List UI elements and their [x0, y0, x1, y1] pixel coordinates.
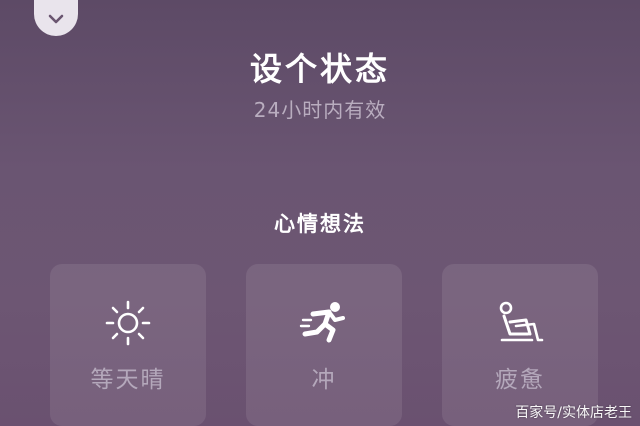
page-title: 设个状态 — [249, 50, 390, 88]
status-card-waiting-sunny[interactable]: 等天晴 — [50, 264, 206, 426]
chevron-down-icon — [47, 11, 65, 25]
status-card-rush[interactable]: 冲 — [246, 264, 402, 426]
validity-subtitle: 24小时内有效 — [253, 98, 387, 122]
status-label: 疲惫 — [495, 367, 545, 393]
running-icon — [246, 300, 402, 346]
watermark: 百家号/实体店老王 — [515, 405, 632, 421]
status-label: 等天晴 — [90, 367, 166, 393]
tired-icon — [442, 300, 598, 346]
section-heading-mood: 心情想法 — [274, 212, 366, 236]
collapse-button[interactable] — [34, 0, 78, 36]
sun-icon — [50, 300, 206, 346]
status-label: 冲 — [311, 367, 337, 393]
